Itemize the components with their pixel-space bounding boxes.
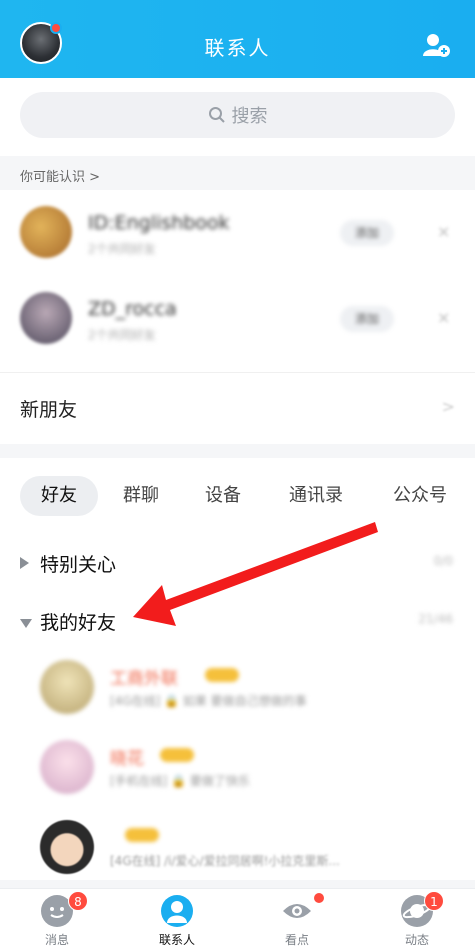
nav-messages[interactable]: 8 消息 <box>12 889 102 950</box>
recommend-item[interactable]: ZD_rocca 2个共同好友 添加 × <box>0 276 475 362</box>
new-friends-label: 新朋友 <box>20 399 78 421</box>
avatar <box>40 660 94 714</box>
group-label: 我的好友 <box>40 612 117 634</box>
page-title: 联系人 <box>204 36 271 60</box>
friend-status: [手机在线] 🔒 要做了快乐 <box>110 774 250 788</box>
tab-friends[interactable]: 好友 <box>20 476 98 516</box>
tab-devices[interactable]: 设备 <box>190 476 256 516</box>
avatar <box>40 740 94 794</box>
chevron-right-icon: > <box>441 397 455 416</box>
contact-tabs: 好友 群聊 设备 通讯录 公众号 <box>0 458 475 534</box>
group-label: 特别关心 <box>40 554 117 576</box>
eye-icon <box>281 895 313 927</box>
unread-badge: 1 <box>424 891 444 911</box>
notification-dot <box>314 893 324 903</box>
list-item[interactable]: 工商外联 [4G在线] 🔒 如果 要做自己想做的事 <box>0 650 475 730</box>
recommend-name: ID:Englishbook <box>88 212 230 234</box>
list-item[interactable]: 晓花 [手机在线] 🔒 要做了快乐 <box>0 730 475 810</box>
tab-groups[interactable]: 群聊 <box>108 476 174 516</box>
search-placeholder: 搜索 <box>231 106 268 127</box>
add-friend-button[interactable]: 添加 <box>340 220 394 246</box>
vip-badge <box>125 828 159 842</box>
search-input[interactable]: 搜索 <box>20 92 455 138</box>
search-icon <box>208 107 225 123</box>
collapse-icon <box>20 619 32 628</box>
nav-discover[interactable]: 看点 <box>252 889 342 950</box>
may-know-label[interactable]: 你可能认识 > <box>20 166 100 185</box>
add-contact-icon[interactable] <box>423 32 451 58</box>
nav-label: 动态 <box>404 933 429 947</box>
tab-address-book[interactable]: 通讯录 <box>274 476 358 516</box>
nav-label: 消息 <box>44 933 69 947</box>
nav-label: 联系人 <box>158 933 195 947</box>
group-my-friends[interactable]: 我的好友 21/46 <box>0 592 475 652</box>
unread-badge: 8 <box>68 891 88 911</box>
nav-moments[interactable]: 1 动态 <box>372 889 462 950</box>
expand-icon <box>20 557 29 569</box>
friend-list: 工商外联 [4G在线] 🔒 如果 要做自己想做的事 晓花 [手机在线] 🔒 要做… <box>0 650 475 880</box>
tab-official-accounts[interactable]: 公众号 <box>378 476 462 516</box>
group-special-care[interactable]: 特别关心 0/0 <box>0 534 475 594</box>
add-friend-button[interactable]: 添加 <box>340 306 394 332</box>
contacts-icon <box>161 895 193 927</box>
avatar <box>20 292 72 344</box>
avatar <box>40 820 94 874</box>
list-item[interactable]: [4G在线] /i/爱心/爱拉同居啊!小拉克里斯... <box>0 810 475 890</box>
dismiss-icon[interactable]: × <box>437 222 450 241</box>
friend-status: [4G在线] /i/爱心/爱拉同居啊!小拉克里斯... <box>110 854 340 868</box>
friend-name: 晓花 <box>110 749 144 769</box>
avatar <box>20 206 72 258</box>
nav-contacts[interactable]: 联系人 <box>132 889 222 950</box>
recommend-name: ZD_rocca <box>88 298 177 320</box>
friend-status: [4G在线] 🔒 如果 要做自己想做的事 <box>110 694 307 708</box>
friend-name: 工商外联 <box>110 669 178 689</box>
header-bar: 联系人 <box>0 0 475 78</box>
group-count: 0/0 <box>433 554 453 568</box>
vip-badge <box>205 668 239 682</box>
search-section: 搜索 <box>0 78 475 156</box>
new-friends-row[interactable]: 新朋友 > <box>0 372 475 444</box>
recommend-item[interactable]: ID:Englishbook 2个共同好友 添加 × <box>0 190 475 276</box>
bottom-nav: 8 消息 联系人 看点 1 动态 <box>0 888 475 950</box>
dismiss-icon[interactable]: × <box>437 308 450 327</box>
group-count: 21/46 <box>418 612 453 626</box>
recommend-list: ID:Englishbook 2个共同好友 添加 × ZD_rocca 2个共同… <box>0 190 475 386</box>
recommend-mutual: 2个共同好友 <box>88 328 156 342</box>
vip-badge <box>160 748 194 762</box>
nav-label: 看点 <box>284 933 309 947</box>
recommend-mutual: 2个共同好友 <box>88 242 156 256</box>
